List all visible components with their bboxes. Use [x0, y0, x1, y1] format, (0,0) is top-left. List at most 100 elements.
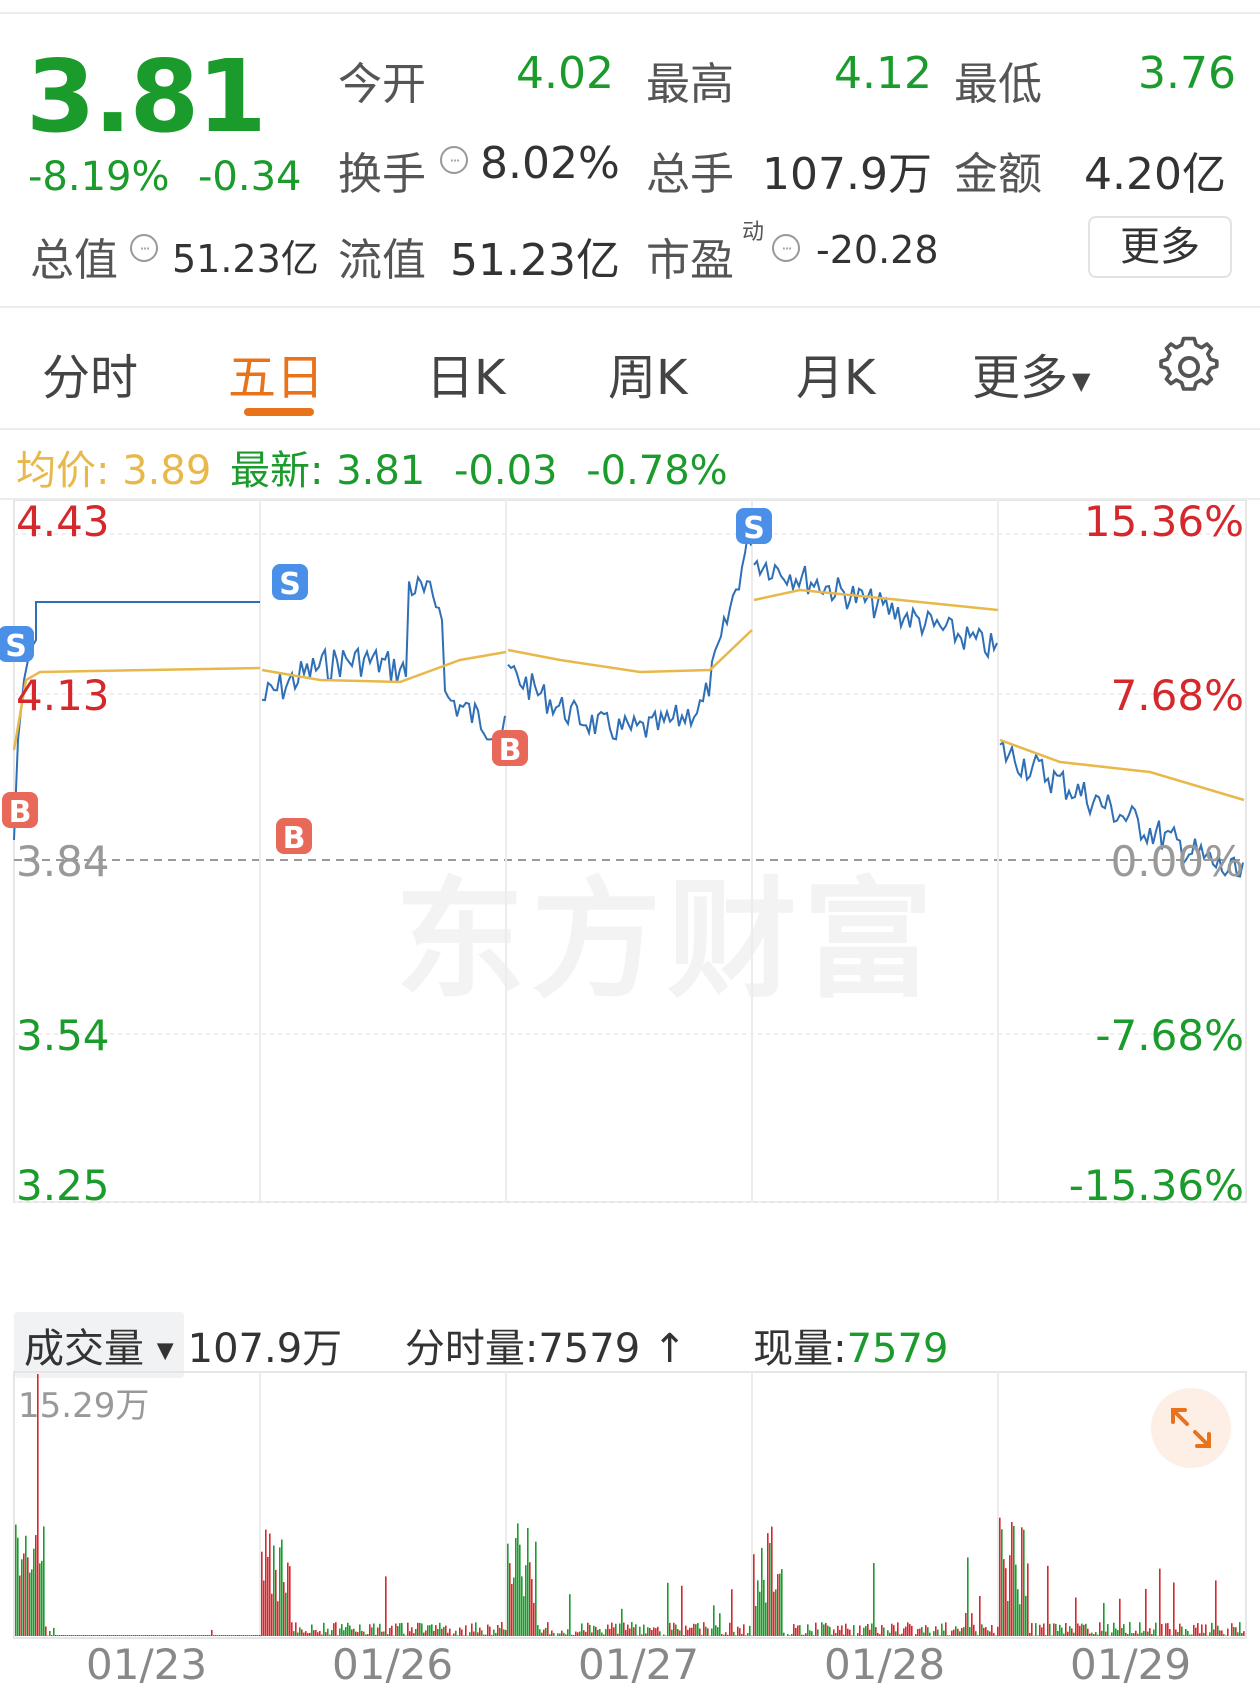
volume-bar	[77, 1635, 79, 1636]
settings-gear-icon[interactable]	[1158, 336, 1220, 398]
volume-bar	[413, 1633, 415, 1636]
volume-bar	[1213, 1629, 1215, 1636]
volume-bar	[99, 1635, 101, 1636]
volume-bar	[105, 1635, 107, 1636]
volume-bar	[801, 1634, 803, 1636]
volume-bar	[897, 1622, 899, 1636]
volume-bar	[1197, 1623, 1199, 1636]
volume-bar	[501, 1622, 503, 1636]
volume-bar	[305, 1631, 307, 1636]
volume-bar	[833, 1629, 835, 1636]
volume-bar	[481, 1630, 483, 1636]
volume-bar	[723, 1634, 725, 1636]
tab-daily-k[interactable]: 日K	[426, 338, 505, 408]
volume-bar	[541, 1632, 543, 1636]
expand-button[interactable]	[1151, 1388, 1231, 1468]
tab-weekly-k[interactable]: 周K	[608, 338, 687, 408]
market-cap-label: 总值	[30, 235, 118, 286]
volume-bar	[237, 1635, 239, 1636]
volume-bar	[1085, 1623, 1087, 1636]
volume-bar	[951, 1630, 953, 1636]
volume-bar	[1189, 1634, 1191, 1636]
volume-value: 107.9万	[762, 149, 932, 200]
volume-bar	[941, 1623, 943, 1636]
volume-bar	[257, 1635, 259, 1636]
volume-bar	[1105, 1631, 1107, 1636]
volume-bar	[505, 1630, 507, 1636]
volume-bar	[687, 1629, 689, 1636]
volume-bar	[233, 1635, 235, 1636]
volume-bar	[575, 1631, 577, 1636]
more-button[interactable]: 更多	[1088, 216, 1232, 278]
volume-bar	[1143, 1631, 1145, 1636]
volume-bar	[135, 1635, 137, 1636]
volume-bar	[765, 1602, 767, 1636]
volume-bar	[535, 1541, 537, 1636]
volume-bar	[645, 1633, 647, 1636]
volume-chart[interactable]	[0, 1370, 1260, 1640]
volume-bar	[861, 1634, 863, 1636]
volume-bar	[909, 1624, 911, 1636]
volume-bar	[565, 1634, 567, 1636]
volume-bar	[33, 1548, 35, 1636]
volume-bar	[953, 1629, 955, 1636]
info-icon[interactable]: ···	[440, 146, 468, 174]
volume-bar	[53, 1627, 55, 1636]
volume-bar	[639, 1626, 641, 1636]
tab-monthly-k[interactable]: 月K	[796, 338, 875, 408]
info-icon[interactable]: ···	[772, 234, 800, 262]
volume-bar	[1187, 1630, 1189, 1636]
volume-bar	[119, 1635, 121, 1636]
info-icon[interactable]: ···	[130, 234, 158, 262]
volume-bar	[917, 1629, 919, 1636]
volume-bar	[1133, 1633, 1135, 1636]
volume-bar	[1155, 1622, 1157, 1636]
volume-bar	[155, 1635, 157, 1636]
volume-bar	[863, 1627, 865, 1636]
volume-bar	[447, 1632, 449, 1636]
volume-bar	[97, 1635, 99, 1636]
volume-bar	[209, 1635, 211, 1636]
volume-bar	[937, 1629, 939, 1636]
volume-bar	[753, 1554, 755, 1636]
volume-bar	[977, 1635, 979, 1636]
volume-bar	[219, 1635, 221, 1636]
volume-bar	[1239, 1622, 1241, 1636]
chart-info-line: 均价: 3.89 最新: 3.81 -0.03 -0.78%	[16, 438, 728, 496]
volume-bar	[1055, 1623, 1057, 1636]
volume-bar	[593, 1625, 595, 1636]
volume-bar	[583, 1630, 585, 1636]
volume-bar	[697, 1623, 699, 1636]
volume-bar	[679, 1630, 681, 1636]
volume-bar	[403, 1633, 405, 1636]
volume-bar	[79, 1635, 81, 1636]
tab-more[interactable]: 更多 ▼	[972, 338, 1090, 408]
volume-bar	[763, 1580, 765, 1636]
volume-bar	[699, 1628, 701, 1636]
indicator-select[interactable]: 成交量 ▼	[14, 1312, 184, 1378]
volume-bar	[1113, 1622, 1115, 1636]
tab-five-day[interactable]: 五日	[228, 338, 324, 408]
volume-bar	[1017, 1589, 1019, 1636]
volume-bar	[587, 1622, 589, 1636]
volume-bar	[81, 1635, 83, 1636]
volume-bar	[875, 1627, 877, 1636]
volume-bar	[595, 1626, 597, 1636]
volume-bar	[163, 1635, 165, 1636]
volume-bar	[919, 1628, 921, 1636]
volume-bar	[183, 1635, 185, 1636]
five-day-price-chart[interactable]: S B S B B S 4.43 4.13 3.84 3.54 3.25 15.36% 7.68% 0.…	[0, 500, 1260, 1300]
volume-bar	[561, 1630, 563, 1636]
volume-bar	[355, 1631, 357, 1636]
volume-bar	[621, 1608, 623, 1636]
volume-bar	[369, 1624, 371, 1636]
tab-intraday[interactable]: 分时	[42, 338, 138, 408]
volume-bar	[211, 1630, 213, 1636]
volume-bar	[341, 1624, 343, 1636]
volume-bar	[469, 1632, 471, 1636]
float-cap-label: 流值	[338, 235, 426, 286]
volume-bar	[395, 1623, 397, 1636]
volume-bar	[275, 1569, 277, 1636]
volume-bar	[713, 1605, 715, 1636]
volume-bar	[1029, 1633, 1031, 1636]
